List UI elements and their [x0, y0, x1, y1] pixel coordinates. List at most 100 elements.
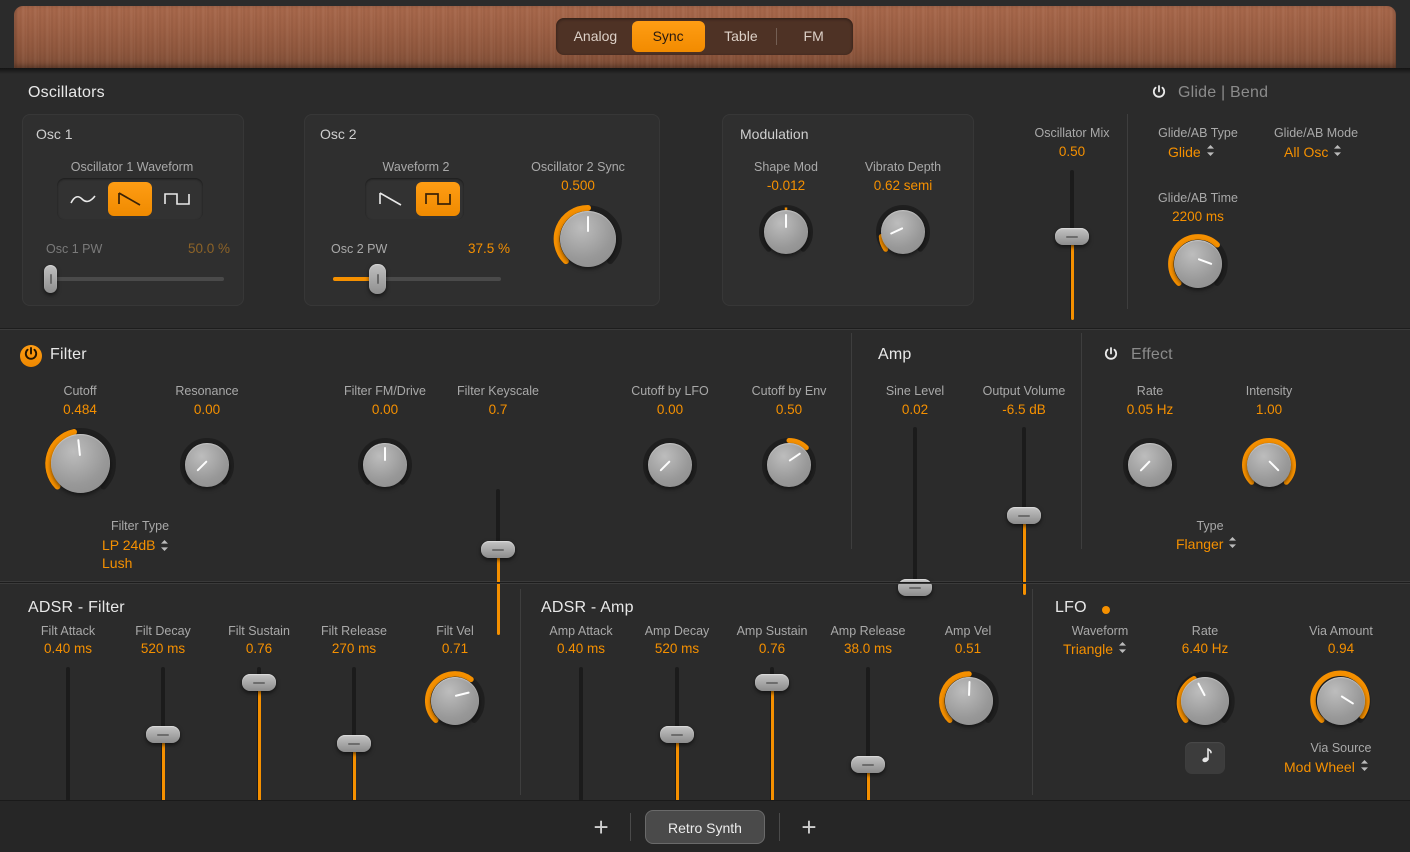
knob-cap: [767, 443, 811, 487]
chevron-updown-icon: [1228, 536, 1237, 552]
effect-section-title: Effect: [1131, 346, 1173, 364]
glide-time-knob[interactable]: [1166, 232, 1230, 296]
osc2-waveform-sawtooth-button[interactable]: [369, 182, 413, 216]
tab-fm[interactable]: FM: [777, 21, 850, 52]
amp-decay-slider[interactable]: [665, 667, 689, 801]
slider-handle[interactable]: [660, 726, 694, 743]
osc1-pw-slider[interactable]: [44, 264, 224, 294]
filter-type-popup[interactable]: LP 24dB Lush: [102, 536, 169, 572]
glide-mode-popup[interactable]: All Osc: [1284, 144, 1342, 160]
filt-vel-knob[interactable]: [423, 669, 487, 733]
filter-power-button[interactable]: [20, 345, 42, 367]
adsr-filter-section-title: ADSR - Filter: [28, 599, 125, 617]
osc2-waveform-square-button[interactable]: [416, 182, 460, 216]
lfo-waveform-popup[interactable]: Triangle: [1063, 641, 1127, 657]
osc1-waveform-triangle-button[interactable]: [61, 182, 105, 216]
add-right-button[interactable]: +: [780, 814, 838, 840]
lfo-waveform-label: Waveform: [1040, 624, 1160, 638]
filt-sustain-slider[interactable]: [247, 667, 271, 801]
output-volume-slider[interactable]: [1012, 427, 1036, 595]
slider-handle[interactable]: [146, 726, 180, 743]
cutoff-label: Cutoff: [20, 384, 140, 398]
effect-intensity-knob[interactable]: [1240, 436, 1298, 494]
lfo-via-amount-label: Via Amount: [1281, 624, 1401, 638]
tab-sync[interactable]: Sync: [632, 21, 705, 52]
chevron-updown-icon: [1333, 144, 1342, 160]
resonance-value: 0.00: [147, 402, 267, 417]
cutoff-knob[interactable]: [42, 425, 119, 502]
triangle-wave-icon: [69, 192, 97, 206]
filt-release-slider[interactable]: [342, 667, 366, 801]
oscillator-mix-value: 0.50: [1004, 144, 1140, 159]
preset-name-button[interactable]: Retro Synth: [645, 810, 765, 844]
osc1-waveform-sawtooth-button[interactable]: [108, 182, 152, 216]
adsr-row: ADSR - Filter Filt Attack 0.40 ms Filt D…: [0, 582, 1410, 800]
slider-handle[interactable]: [369, 264, 386, 294]
lfo-note-sync-button[interactable]: [1185, 742, 1225, 774]
chevron-updown-icon: [1360, 759, 1369, 775]
slider-handle[interactable]: [755, 674, 789, 691]
glide-power-button[interactable]: [1148, 83, 1170, 105]
slider-handle[interactable]: [1055, 228, 1089, 245]
slider-handle[interactable]: [337, 735, 371, 752]
tab-analog[interactable]: Analog: [559, 21, 632, 52]
lfo-via-amount-knob[interactable]: [1309, 669, 1373, 733]
slider-handle[interactable]: [1007, 507, 1041, 524]
cutoff-by-env-knob[interactable]: [760, 436, 818, 494]
effect-rate-value: 0.05 Hz: [1090, 402, 1210, 417]
vibrato-depth-knob[interactable]: [874, 203, 932, 261]
slider-track: [496, 489, 500, 547]
amp-release-slider[interactable]: [856, 667, 880, 801]
slider-handle[interactable]: [242, 674, 276, 691]
slider-handle[interactable]: [851, 756, 885, 773]
cutoff-by-env-value: 0.50: [729, 402, 849, 417]
effect-rate-knob[interactable]: [1121, 436, 1179, 494]
adsr-filter-amp-divider: [520, 589, 521, 795]
tab-table[interactable]: Table: [705, 21, 778, 52]
knob-cap: [1317, 677, 1365, 725]
lfo-rate-value: 6.40 Hz: [1145, 641, 1265, 656]
amp-sustain-slider[interactable]: [760, 667, 784, 801]
sawtooth-wave-icon: [377, 191, 405, 207]
knob-cap: [648, 443, 692, 487]
shape-mod-value: -0.012: [736, 178, 836, 193]
sine-level-slider[interactable]: [903, 427, 927, 595]
slider-track: [913, 427, 917, 595]
osc2-group-label: Osc 2: [320, 126, 357, 142]
resonance-knob[interactable]: [178, 436, 236, 494]
filt-vel-value: 0.71: [395, 641, 515, 656]
effect-type-popup[interactable]: Flanger: [1176, 536, 1237, 552]
filter-section-title: Filter: [50, 346, 87, 364]
cutoff-by-lfo-knob[interactable]: [641, 436, 699, 494]
cutoff-by-lfo-value: 0.00: [610, 402, 730, 417]
oscillator-mix-label: Oscillator Mix: [1004, 126, 1140, 140]
oscillator-mix-slider[interactable]: [1060, 170, 1084, 320]
filt-decay-slider[interactable]: [151, 667, 175, 801]
amp-vel-knob[interactable]: [937, 669, 1001, 733]
filt-attack-slider[interactable]: [56, 667, 80, 801]
lfo-rate-knob[interactable]: [1173, 669, 1237, 733]
osc1-waveform-square-button[interactable]: [155, 182, 199, 216]
osc2-sync-value: 0.500: [478, 178, 678, 193]
lfo-via-source-popup[interactable]: Mod Wheel: [1284, 759, 1369, 775]
slider-handle[interactable]: [481, 541, 515, 558]
lfo-via-source-value: Mod Wheel: [1284, 759, 1355, 775]
osc1-waveform-buttons: [57, 178, 203, 220]
glide-type-popup[interactable]: Glide: [1168, 144, 1215, 160]
osc2-waveform-label: Waveform 2: [330, 160, 502, 174]
filter-fm-knob[interactable]: [356, 436, 414, 494]
osc2-pw-slider[interactable]: [333, 264, 501, 294]
knob-pointer: [384, 447, 386, 461]
glide-mode-label: Glide/AB Mode: [1258, 126, 1374, 140]
effect-power-button[interactable]: [1100, 345, 1122, 367]
vibrato-depth-label: Vibrato Depth: [848, 160, 958, 174]
amp-attack-slider[interactable]: [569, 667, 593, 801]
filter-type-label: Filter Type: [80, 519, 200, 533]
oscillators-section-title: Oscillators: [28, 84, 105, 102]
slider-handle[interactable]: [44, 265, 57, 293]
shape-mod-knob-body[interactable]: [757, 203, 815, 261]
add-left-button[interactable]: +: [572, 814, 630, 840]
filt-vel-label: Filt Vel: [395, 624, 515, 638]
shape-mod-knob[interactable]: [757, 274, 815, 332]
osc2-sync-knob[interactable]: [551, 202, 625, 276]
